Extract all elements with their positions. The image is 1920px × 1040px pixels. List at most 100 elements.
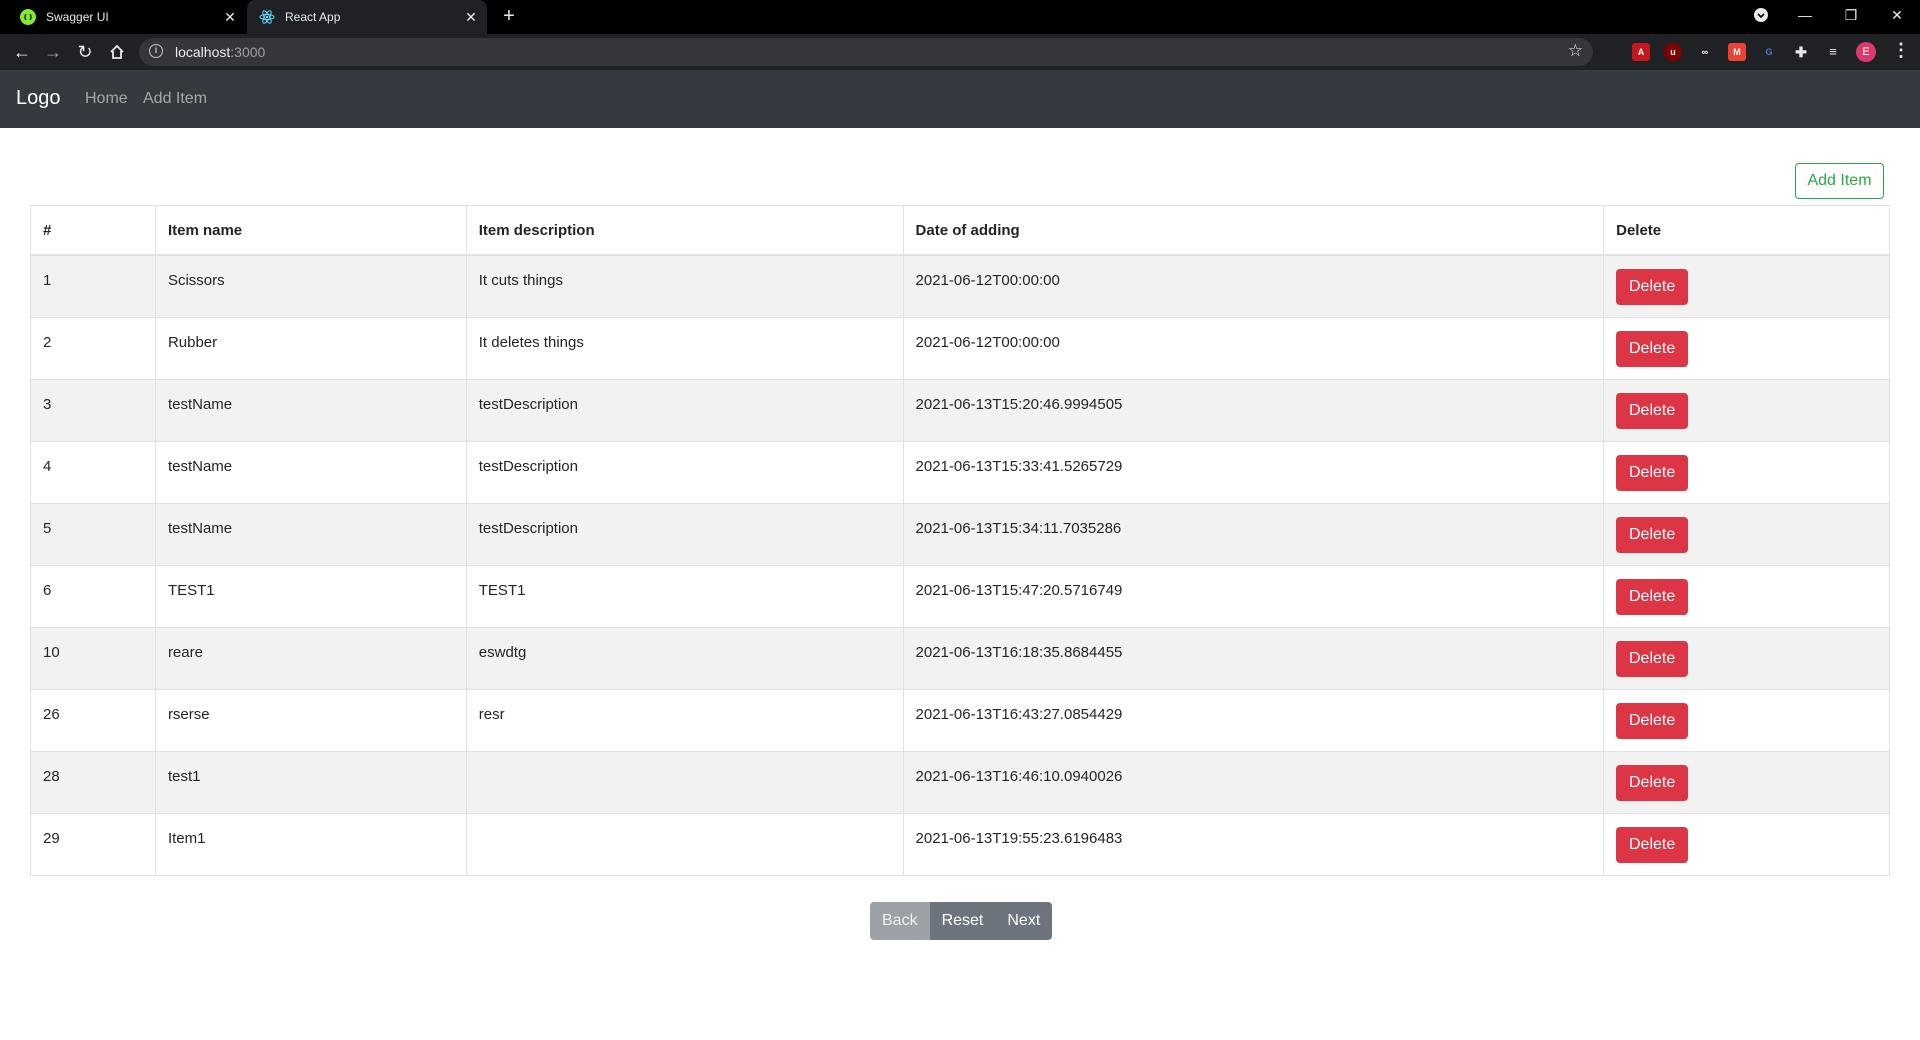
address-text: localhost:3000 <box>175 44 266 60</box>
cell-item-name: Item1 <box>154 812 467 876</box>
cell-item-name: rserse <box>154 688 467 752</box>
delete-button[interactable]: Delete <box>1616 764 1689 801</box>
cell-date-of-adding: 2021-06-13T15:34:11.7035286 <box>902 502 1605 566</box>
header-date-of-adding: Date of adding <box>902 205 1605 256</box>
header-delete: Delete <box>1603 205 1890 256</box>
cell-delete: Delete <box>1603 750 1890 814</box>
items-table: # Item name Item description Date of add… <box>30 205 1890 876</box>
puzzle-icon[interactable]: ✚ <box>1792 43 1810 61</box>
cell-item-description: testDescription <box>465 502 904 566</box>
browser-tab-swagger[interactable]: Swagger UI ✕ <box>8 0 246 34</box>
table-row: 28 test1 2021-06-13T16:46:10.0940026 Delete <box>30 750 1890 814</box>
cell-item-description: TEST1 <box>465 564 904 628</box>
home-icon[interactable] <box>105 40 129 64</box>
cell-item-name: Scissors <box>154 254 467 318</box>
cell-item-name: testName <box>154 378 467 442</box>
back-arrow-icon[interactable]: ← <box>10 40 34 64</box>
cell-delete: Delete <box>1603 254 1890 318</box>
cell-item-description: eswdtg <box>465 626 904 690</box>
close-window-icon[interactable]: ✕ <box>1874 0 1920 30</box>
cell-item-description: resr <box>465 688 904 752</box>
react-icon <box>259 9 275 25</box>
cell-date-of-adding: 2021-06-13T15:47:20.5716749 <box>902 564 1605 628</box>
table-row: 2 Rubber It deletes things 2021-06-12T00:00… <box>30 316 1890 380</box>
cell-delete: Delete <box>1603 564 1890 628</box>
cell-date-of-adding: 2021-06-13T15:20:46.9994505 <box>902 378 1605 442</box>
profile-dropdown-icon[interactable] <box>1738 0 1784 30</box>
cell-item-description: testDescription <box>465 378 904 442</box>
navbar-brand[interactable]: Logo <box>16 87 61 110</box>
reload-icon[interactable]: ↻ <box>73 40 97 64</box>
table-row: 3 testName testDescription 2021-06-13T15:20… <box>30 378 1890 442</box>
cell-item-name: reare <box>154 626 467 690</box>
cell-item-name: testName <box>154 440 467 504</box>
menu-kebab-icon[interactable]: ⋮ <box>1892 40 1910 61</box>
header-item-description: Item description <box>465 205 904 256</box>
tab-title: React App <box>285 10 341 24</box>
table-header-row: # Item name Item description Date of add… <box>30 205 1890 256</box>
delete-button[interactable]: Delete <box>1616 640 1689 677</box>
add-item-button[interactable]: Add Item <box>1795 163 1884 199</box>
next-button[interactable]: Next <box>995 902 1053 940</box>
cell-delete: Delete <box>1603 812 1890 876</box>
table-row: 10 reare eswdtg 2021-06-13T16:18:35.8684455… <box>30 626 1890 690</box>
cell-id: 28 <box>30 750 156 814</box>
delete-button[interactable]: Delete <box>1616 269 1689 305</box>
table-row: 6 TEST1 TEST1 2021-06-13T15:47:20.5716749 De… <box>30 564 1890 628</box>
table-row: 29 Item1 2021-06-13T19:55:23.6196483 Delete <box>30 812 1890 876</box>
gmail-icon[interactable]: M <box>1728 43 1746 61</box>
browser-tab-bar: Swagger UI ✕ React App ✕ + — ❐ ✕ <box>0 0 1920 34</box>
glasses-icon[interactable]: ∞ <box>1696 43 1714 61</box>
delete-button[interactable]: Delete <box>1616 578 1689 615</box>
cell-id: 5 <box>30 502 156 566</box>
ublock-icon[interactable]: u <box>1664 43 1682 61</box>
nav-link-add-item[interactable]: Add Item <box>143 90 207 108</box>
cell-id: 6 <box>30 564 156 628</box>
cell-id: 26 <box>30 688 156 752</box>
close-tab-icon[interactable]: ✕ <box>461 9 481 26</box>
cell-date-of-adding: 2021-06-13T16:46:10.0940026 <box>902 750 1605 814</box>
cell-item-description <box>465 750 904 814</box>
translate-icon[interactable]: G <box>1760 43 1778 61</box>
delete-button[interactable]: Delete <box>1616 454 1689 491</box>
cell-item-name: TEST1 <box>154 564 467 628</box>
acrobat-icon[interactable]: A <box>1632 43 1650 61</box>
minimize-icon[interactable]: — <box>1782 0 1828 30</box>
cell-item-name: Rubber <box>154 316 467 380</box>
delete-button[interactable]: Delete <box>1616 516 1689 553</box>
reading-list-icon[interactable]: ≡ <box>1824 43 1842 61</box>
forward-arrow-icon[interactable]: → <box>41 40 65 64</box>
cell-item-description: It cuts things <box>465 254 904 318</box>
table-row: 1 Scissors It cuts things 2021-06-12T00:00:… <box>30 254 1890 318</box>
back-button[interactable]: Back <box>870 902 930 940</box>
profile-avatar[interactable]: E <box>1856 42 1876 62</box>
info-icon[interactable]: i <box>149 44 163 58</box>
address-bar[interactable]: i localhost:3000 ☆ <box>139 38 1593 66</box>
header-id: # <box>30 205 156 256</box>
delete-button[interactable]: Delete <box>1616 392 1689 429</box>
cell-id: 3 <box>30 378 156 442</box>
cell-id: 4 <box>30 440 156 504</box>
new-tab-icon[interactable]: + <box>498 5 520 27</box>
cell-date-of-adding: 2021-06-12T00:00:00 <box>902 254 1605 318</box>
nav-link-home[interactable]: Home <box>85 90 128 108</box>
swagger-icon <box>20 9 36 25</box>
cell-date-of-adding: 2021-06-12T00:00:00 <box>902 316 1605 380</box>
delete-button[interactable]: Delete <box>1616 702 1689 739</box>
close-tab-icon[interactable]: ✕ <box>220 9 240 26</box>
cell-date-of-adding: 2021-06-13T16:18:35.8684455 <box>902 626 1605 690</box>
restore-icon[interactable]: ❐ <box>1828 0 1874 30</box>
table-row: 26 rserse resr 2021-06-13T16:43:27.0854429 D… <box>30 688 1890 752</box>
cell-item-name: test1 <box>154 750 467 814</box>
browser-tab-react[interactable]: React App ✕ <box>247 0 487 34</box>
cell-delete: Delete <box>1603 316 1890 380</box>
cell-delete: Delete <box>1603 440 1890 504</box>
cell-id: 10 <box>30 626 156 690</box>
header-item-name: Item name <box>154 205 467 256</box>
bookmark-star-icon[interactable]: ☆ <box>1568 41 1583 61</box>
delete-button[interactable]: Delete <box>1616 330 1689 367</box>
cell-item-description: It deletes things <box>465 316 904 380</box>
table-body: 1 Scissors It cuts things 2021-06-12T00:00:… <box>30 254 1890 876</box>
reset-button[interactable]: Reset <box>929 902 996 940</box>
delete-button[interactable]: Delete <box>1616 826 1689 863</box>
